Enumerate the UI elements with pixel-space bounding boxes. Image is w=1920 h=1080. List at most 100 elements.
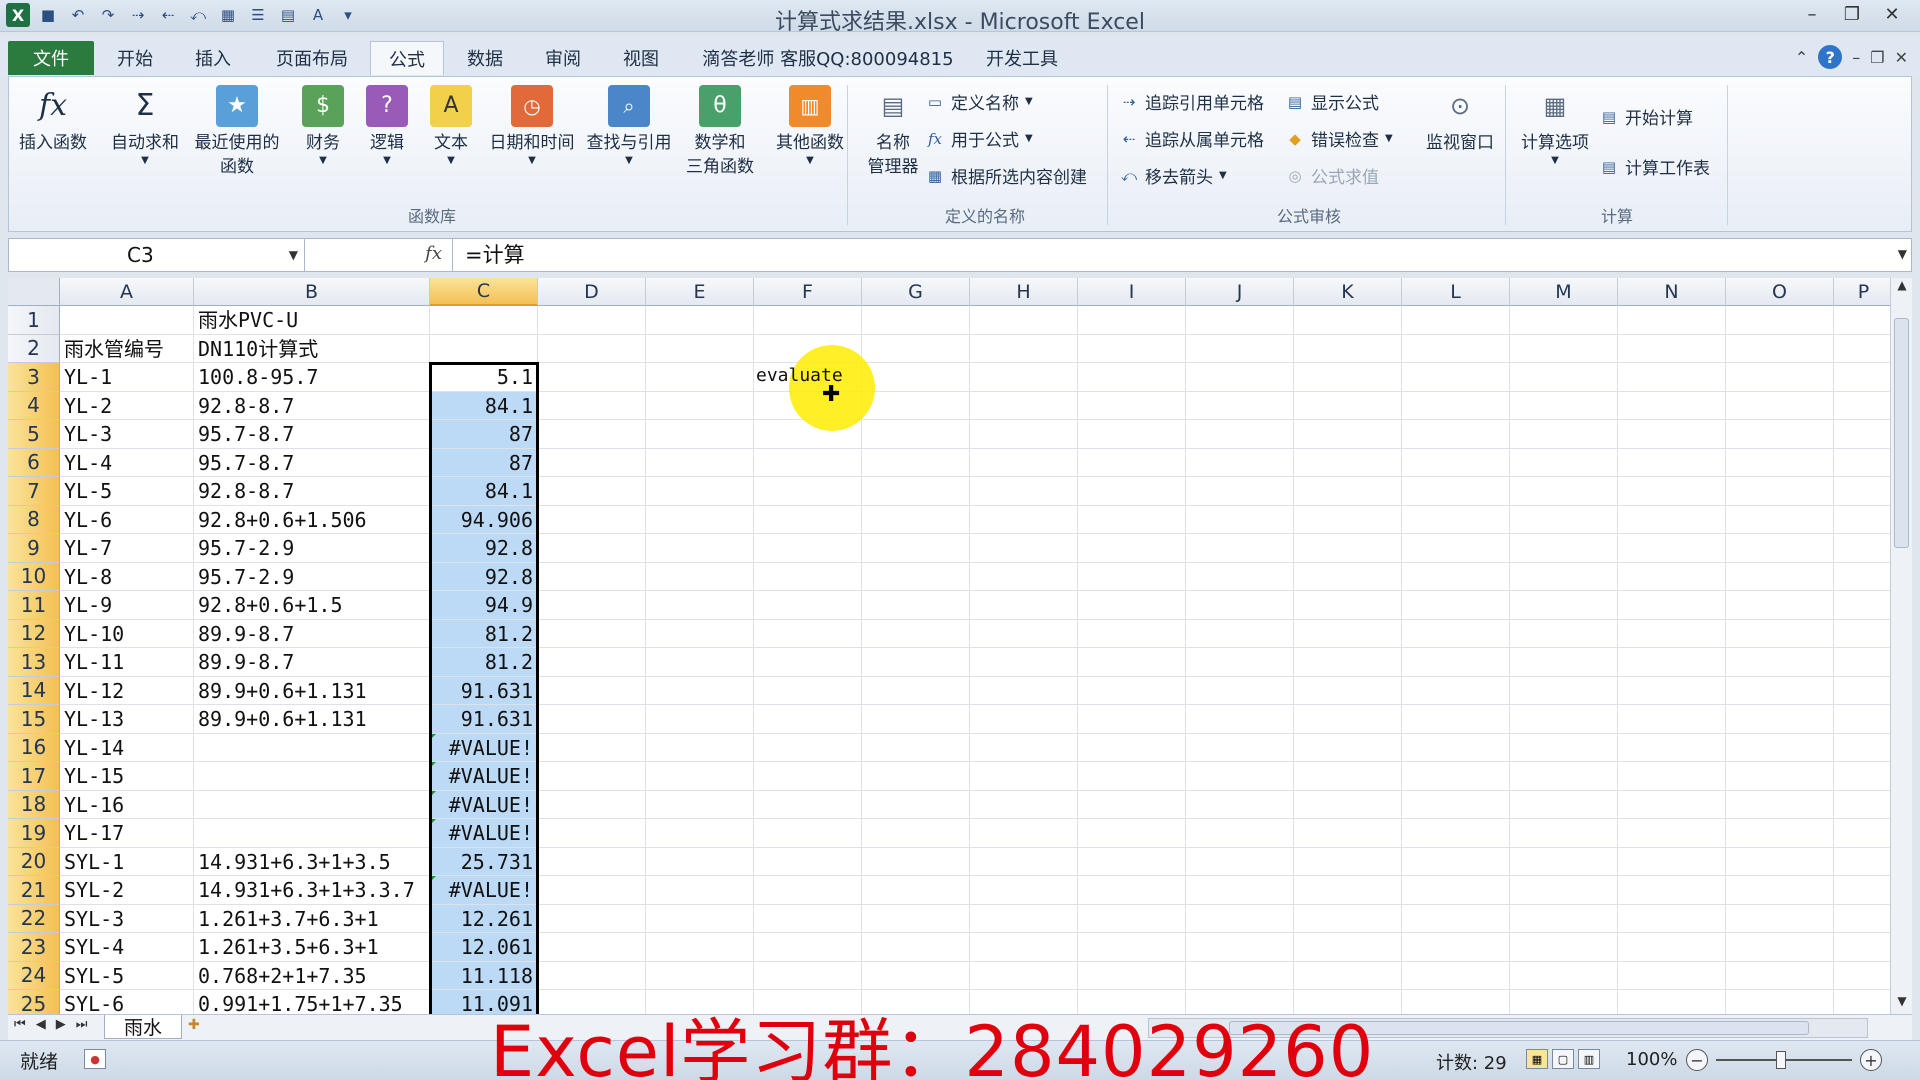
cell-b-value[interactable]: 92.8+0.6+1.506	[194, 505, 430, 534]
cell[interactable]	[970, 306, 1078, 335]
cell[interactable]	[1294, 733, 1402, 762]
cell[interactable]	[1618, 619, 1726, 648]
cell-a-value[interactable]: YL-16	[60, 790, 194, 819]
cell[interactable]	[1078, 705, 1186, 734]
cell[interactable]	[1186, 591, 1294, 620]
row-header[interactable]: 16	[8, 733, 60, 762]
cell-b-value[interactable]: 89.9+0.6+1.131	[194, 705, 430, 734]
cell[interactable]	[970, 819, 1078, 848]
cell-c-value[interactable]: 94.9	[430, 591, 538, 620]
row-header[interactable]: 20	[8, 847, 60, 876]
next-sheet-icon[interactable]: ▶	[56, 1017, 66, 1032]
cell[interactable]	[1402, 904, 1510, 933]
cell[interactable]	[1834, 534, 1894, 563]
cell[interactable]	[1618, 477, 1726, 506]
cell[interactable]	[970, 619, 1078, 648]
cell-a-value[interactable]: YL-5	[60, 477, 194, 506]
cell[interactable]	[754, 505, 862, 534]
cell[interactable]	[970, 534, 1078, 563]
cell[interactable]	[1510, 847, 1618, 876]
cell[interactable]	[1402, 933, 1510, 962]
row-header[interactable]: 5	[8, 420, 60, 449]
cell[interactable]	[1834, 676, 1894, 705]
cell[interactable]	[1510, 961, 1618, 990]
cell[interactable]	[1402, 762, 1510, 791]
cell-c-value[interactable]: 92.8	[430, 534, 538, 563]
cell[interactable]	[1510, 562, 1618, 591]
cell[interactable]	[1510, 420, 1618, 449]
cell[interactable]	[1078, 306, 1186, 335]
cell[interactable]	[1726, 562, 1834, 591]
cell[interactable]	[1186, 790, 1294, 819]
last-sheet-icon[interactable]: ⏭	[76, 1017, 88, 1032]
calc-options-button[interactable]: ▦ 计算选项 ▼	[1513, 85, 1597, 167]
cell[interactable]	[646, 790, 754, 819]
cell[interactable]	[1186, 420, 1294, 449]
cell[interactable]	[646, 705, 754, 734]
cell[interactable]	[1078, 933, 1186, 962]
cell[interactable]	[1186, 733, 1294, 762]
column-header-a[interactable]: A	[60, 278, 194, 306]
cell-c-value[interactable]: 92.8	[430, 562, 538, 591]
cell-b-value[interactable]: 95.7-2.9	[194, 534, 430, 563]
cell[interactable]	[754, 933, 862, 962]
cell[interactable]	[1834, 648, 1894, 677]
cell[interactable]	[1186, 448, 1294, 477]
cell[interactable]	[862, 904, 970, 933]
tab-developer[interactable]: 开发工具	[976, 41, 1068, 75]
cell[interactable]	[1294, 933, 1402, 962]
cell[interactable]	[646, 619, 754, 648]
select-all-corner[interactable]	[8, 278, 60, 306]
list-icon[interactable]: ☰	[246, 3, 270, 27]
cell[interactable]	[862, 363, 970, 392]
cell-b-value[interactable]: 89.9+0.6+1.131	[194, 676, 430, 705]
row-header[interactable]: 15	[8, 705, 60, 734]
first-sheet-icon[interactable]: ⏮	[14, 1017, 26, 1032]
cell[interactable]	[1510, 676, 1618, 705]
cell-c-value[interactable]: #VALUE!	[430, 733, 538, 762]
calc-now-button[interactable]: ▤ 开始计算	[1599, 104, 1693, 130]
cell[interactable]	[1402, 705, 1510, 734]
cell[interactable]	[970, 961, 1078, 990]
cell[interactable]	[1834, 562, 1894, 591]
cell-c-value[interactable]: 81.2	[430, 648, 538, 677]
cell-c-value[interactable]: #VALUE!	[430, 762, 538, 791]
date-time-button[interactable]: ◷ 日期和时间 ▼	[483, 85, 581, 167]
cell[interactable]	[1726, 847, 1834, 876]
cell-c-value[interactable]: 84.1	[430, 477, 538, 506]
cell[interactable]	[1402, 990, 1510, 1014]
cell[interactable]	[754, 648, 862, 677]
cell-a-value[interactable]: YL-8	[60, 562, 194, 591]
column-header-o[interactable]: O	[1726, 278, 1834, 306]
row-header[interactable]: 24	[8, 961, 60, 990]
cell-c-value[interactable]: 87	[430, 420, 538, 449]
cell[interactable]	[538, 933, 646, 962]
redo-icon[interactable]: ↷	[96, 3, 120, 27]
cell[interactable]	[1078, 448, 1186, 477]
cell[interactable]	[1294, 762, 1402, 791]
cell[interactable]	[970, 762, 1078, 791]
cell[interactable]	[538, 477, 646, 506]
cell[interactable]	[1078, 961, 1186, 990]
cell[interactable]	[1186, 705, 1294, 734]
cell[interactable]	[1186, 819, 1294, 848]
cell[interactable]	[1510, 933, 1618, 962]
row-header[interactable]: 13	[8, 648, 60, 677]
cell[interactable]	[1618, 961, 1726, 990]
cell[interactable]	[1402, 420, 1510, 449]
cell[interactable]	[1078, 676, 1186, 705]
cell[interactable]	[1618, 505, 1726, 534]
page-layout-view-icon[interactable]: ▢	[1552, 1049, 1574, 1069]
cell-a-value[interactable]: 雨水管编号	[60, 334, 194, 363]
cell[interactable]	[1834, 790, 1894, 819]
cell-c-value[interactable]: #VALUE!	[430, 819, 538, 848]
cell[interactable]	[1618, 363, 1726, 392]
cell-c-value[interactable]: 84.1	[430, 391, 538, 420]
macro-record-icon[interactable]: ●	[84, 1049, 106, 1069]
cell-b-value[interactable]: 92.8-8.7	[194, 477, 430, 506]
row-header[interactable]: 17	[8, 762, 60, 791]
page-break-view-icon[interactable]: ▥	[1578, 1049, 1600, 1069]
maximize-icon[interactable]: ❐	[1832, 0, 1872, 28]
row-header[interactable]: 23	[8, 933, 60, 962]
cell[interactable]	[1402, 534, 1510, 563]
